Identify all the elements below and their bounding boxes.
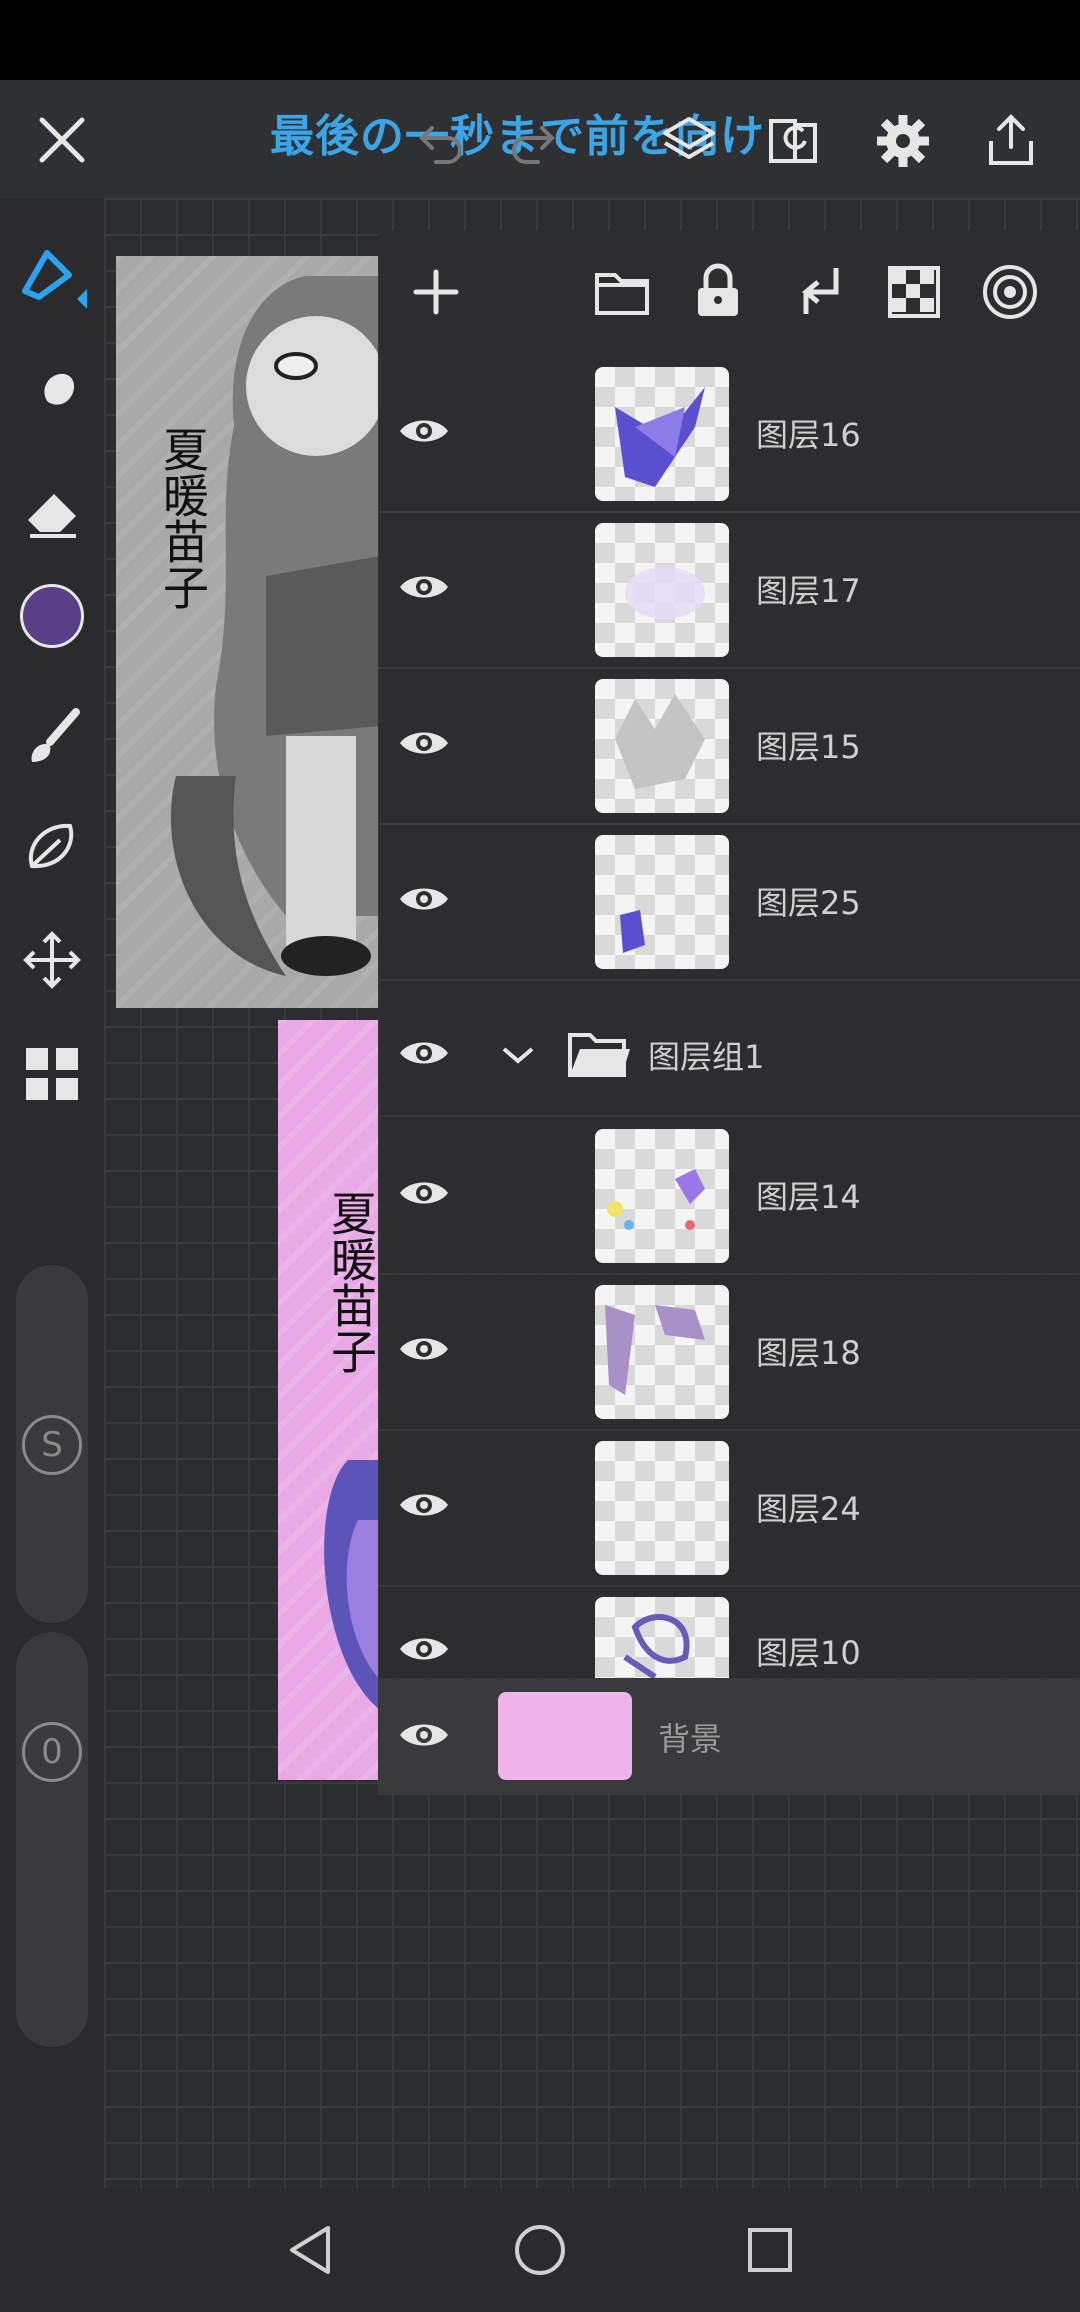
eye-icon[interactable] — [398, 1488, 450, 1526]
opacity-label: 0 — [41, 1732, 63, 1772]
color-swatch[interactable] — [16, 580, 88, 652]
status-bar — [0, 0, 1080, 80]
back-icon[interactable] — [278, 2218, 342, 2282]
eye-icon[interactable] — [398, 1718, 450, 1756]
eraser-icon[interactable] — [14, 474, 90, 550]
redo-icon[interactable] — [500, 110, 564, 174]
layer-name: 图层25 — [756, 884, 861, 922]
size-label: S — [41, 1425, 63, 1465]
eye-icon[interactable] — [398, 1632, 450, 1670]
blend-icon[interactable] — [978, 260, 1042, 324]
artwork-signature: 夏暖苗子 — [156, 426, 210, 610]
layer-name: 图层18 — [756, 1334, 861, 1372]
layer-name: 图层15 — [756, 728, 861, 766]
layer-row[interactable]: 图层16 — [378, 355, 1080, 513]
layer-thumbnail — [595, 1597, 729, 1678]
layer-name: 图层17 — [756, 572, 861, 610]
artwork-panel-gray: 夏暖苗子 — [116, 256, 380, 1008]
background-layer-name: 背景 — [658, 1719, 723, 1758]
layer-thumbnail — [595, 1441, 729, 1575]
layer-name: 图层24 — [756, 1490, 861, 1528]
group-name: 图层组1 — [648, 1038, 765, 1076]
folder-icon[interactable] — [590, 262, 654, 322]
layer-thumbnail — [595, 1285, 729, 1419]
transparency-icon[interactable] — [884, 262, 944, 322]
layer-panel: 图层16 图层17 图层15 图层25 图层组1 图层14 图层18 图层24 … — [378, 230, 1080, 1795]
layer-group-row[interactable]: 图层组1 — [378, 995, 1080, 1117]
lasso-icon[interactable] — [14, 810, 90, 886]
recents-icon[interactable] — [738, 2218, 802, 2282]
eye-icon[interactable] — [398, 414, 450, 452]
eye-icon[interactable] — [398, 1036, 450, 1074]
layer-row[interactable]: 图层10 — [378, 1585, 1080, 1678]
layers-icon[interactable] — [654, 106, 724, 176]
system-nav-bar — [0, 2188, 1080, 2312]
settings-icon[interactable] — [870, 108, 936, 174]
top-toolbar: 最後の一秒まで前を向け — [0, 80, 1080, 198]
opacity-slider[interactable]: 0 — [16, 1632, 88, 2047]
merge-down-icon[interactable] — [788, 260, 848, 322]
share-icon[interactable] — [978, 108, 1044, 174]
add-layer-icon[interactable] — [406, 262, 466, 322]
layer-row[interactable]: 图层17 — [378, 511, 1080, 669]
layer-row[interactable]: 图层14 — [378, 1117, 1080, 1275]
move-icon[interactable] — [14, 922, 90, 998]
undo-icon[interactable] — [410, 110, 474, 174]
layer-row[interactable]: 图层24 — [378, 1429, 1080, 1587]
artwork-panel-pink: 夏暖苗子 — [278, 1020, 380, 1780]
transform-icon[interactable] — [762, 108, 828, 174]
grid-icon[interactable] — [14, 1036, 90, 1112]
eye-icon[interactable] — [398, 726, 450, 764]
layer-name: 图层14 — [756, 1178, 861, 1216]
brush-size-slider[interactable]: S — [16, 1265, 88, 1623]
lock-icon[interactable] — [688, 260, 748, 322]
background-color-swatch[interactable] — [498, 1692, 632, 1780]
size-knob[interactable]: S — [22, 1415, 82, 1475]
layer-panel-toolbar — [378, 230, 1080, 352]
artwork-signature-2: 夏暖苗子 — [324, 1190, 378, 1374]
opacity-knob[interactable]: 0 — [22, 1722, 82, 1782]
home-icon[interactable] — [508, 2218, 572, 2282]
layer-row[interactable]: 图层18 — [378, 1273, 1080, 1431]
layer-thumbnail — [595, 367, 729, 501]
eye-icon[interactable] — [398, 1332, 450, 1370]
eye-icon[interactable] — [398, 1176, 450, 1214]
eye-icon[interactable] — [398, 570, 450, 608]
layer-thumbnail — [595, 523, 729, 657]
chevron-down-icon[interactable] — [496, 1033, 540, 1077]
group-folder-icon — [564, 1025, 634, 1085]
brush-icon[interactable] — [14, 698, 90, 774]
layer-thumbnail — [595, 679, 729, 813]
layer-name: 图层10 — [756, 1634, 861, 1672]
background-layer-row[interactable]: 背景 — [378, 1678, 1080, 1795]
layer-row[interactable]: 图层15 — [378, 667, 1080, 825]
smudge-icon[interactable] — [14, 356, 90, 432]
close-icon[interactable] — [30, 108, 94, 172]
layer-thumbnail — [595, 835, 729, 969]
eye-icon[interactable] — [398, 882, 450, 920]
layer-thumbnail — [595, 1129, 729, 1263]
pen-icon[interactable] — [14, 238, 90, 314]
layer-name: 图层16 — [756, 416, 861, 454]
layer-row[interactable]: 图层25 — [378, 823, 1080, 981]
